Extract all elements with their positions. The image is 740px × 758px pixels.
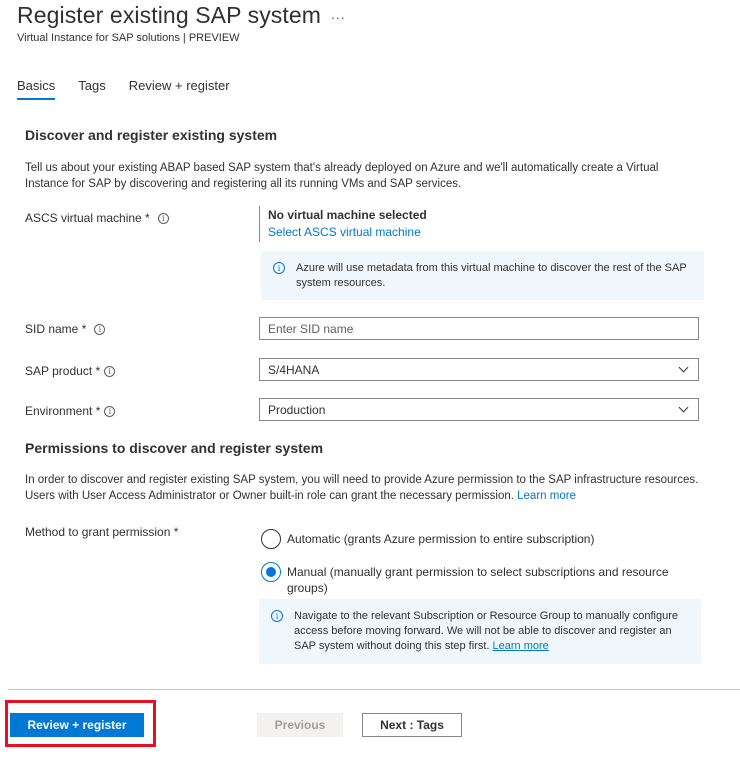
- more-icon[interactable]: ...: [331, 6, 346, 22]
- info-icon: i: [273, 262, 285, 274]
- review-register-button[interactable]: Review + register: [10, 713, 144, 737]
- sap-product-dropdown[interactable]: S/4HANA: [259, 358, 699, 381]
- sap-product-value: S/4HANA: [268, 362, 320, 377]
- chevron-down-icon: [678, 402, 689, 413]
- info-icon: i: [271, 610, 283, 622]
- info-icon[interactable]: i: [157, 212, 169, 224]
- next-tags-button[interactable]: Next : Tags: [362, 713, 462, 737]
- ascs-vm-label: ASCS virtual machine *: [25, 211, 150, 225]
- environment-dropdown[interactable]: Production: [259, 398, 699, 421]
- manual-learn-more-link[interactable]: Learn more: [493, 640, 549, 652]
- permissions-description-text: In order to discover and register existi…: [25, 474, 699, 502]
- info-icon[interactable]: i: [94, 323, 106, 335]
- page-subtitle: Virtual Instance for SAP solutions | PRE…: [17, 32, 240, 44]
- permissions-description: In order to discover and register existi…: [25, 472, 705, 504]
- tab-basics[interactable]: Basics: [17, 78, 56, 100]
- environment-label-row: Environment * i: [25, 404, 116, 418]
- sap-product-label: SAP product *: [25, 364, 101, 378]
- sid-label: SID name *: [25, 322, 87, 336]
- info-icon[interactable]: i: [104, 365, 116, 377]
- vm-info-box: i Azure will use metadata from this virt…: [261, 251, 704, 300]
- radio-automatic[interactable]: Automatic (grants Azure permission to en…: [261, 529, 697, 549]
- tab-bar: Basics Tags Review + register: [17, 78, 253, 100]
- radio-manual-circle[interactable]: [261, 562, 281, 582]
- manual-info-text: Navigate to the relevant Subscription or…: [294, 609, 691, 654]
- environment-value: Production: [268, 402, 326, 417]
- vm-selection: No virtual machine selected Select ASCS …: [259, 206, 427, 242]
- previous-button[interactable]: Previous: [257, 713, 343, 737]
- footer-divider: [8, 689, 740, 690]
- radio-manual[interactable]: Manual (manually grant permission to sel…: [261, 562, 697, 596]
- method-label: Method to grant permission *: [25, 525, 179, 539]
- discover-description: Tell us about your existing ABAP based S…: [25, 162, 659, 190]
- permissions-section-title: Permissions to discover and register sys…: [25, 440, 324, 456]
- page-title: Register existing SAP system: [17, 2, 322, 28]
- manual-info-body: Navigate to the relevant Subscription or…: [294, 610, 678, 652]
- tab-review-register[interactable]: Review + register: [129, 78, 230, 100]
- radio-automatic-label: Automatic (grants Azure permission to en…: [287, 532, 595, 546]
- radio-automatic-circle[interactable]: [261, 529, 281, 549]
- info-icon[interactable]: i: [104, 405, 116, 417]
- sap-product-label-row: SAP product * i: [25, 364, 116, 378]
- environment-label: Environment *: [25, 404, 101, 418]
- discover-section-title: Discover and register existing system: [25, 127, 278, 143]
- vm-none-text: No virtual machine selected: [268, 208, 427, 222]
- learn-more-link[interactable]: Learn more: [517, 490, 576, 502]
- sid-label-row: SID name * i: [25, 322, 106, 336]
- radio-manual-label: Manual (manually grant permission to sel…: [287, 565, 669, 595]
- vm-info-text: Azure will use metadata from this virtua…: [296, 262, 687, 289]
- ascs-vm-label-row: ASCS virtual machine * i: [25, 211, 169, 225]
- chevron-down-icon: [678, 362, 689, 373]
- sid-name-input[interactable]: [259, 317, 699, 340]
- manual-info-box: i Navigate to the relevant Subscription …: [259, 599, 701, 664]
- tab-tags[interactable]: Tags: [78, 78, 105, 100]
- select-ascs-vm-link[interactable]: Select ASCS virtual machine: [268, 225, 427, 239]
